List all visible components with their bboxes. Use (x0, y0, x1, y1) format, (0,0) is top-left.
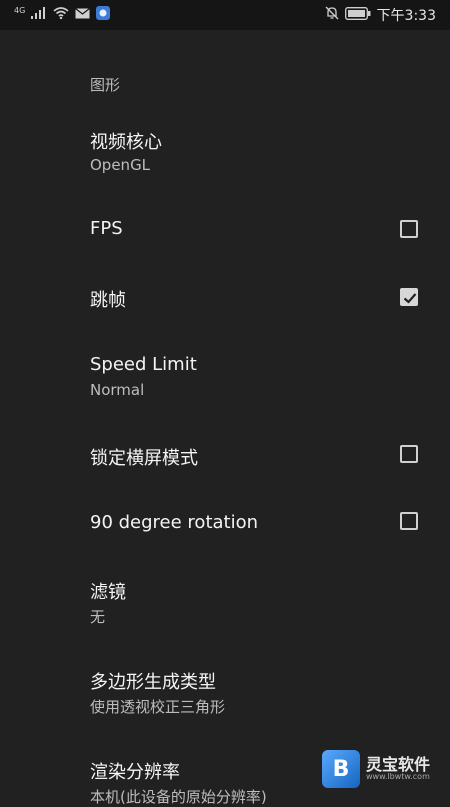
fps-title: FPS (90, 218, 123, 239)
rotation-checkbox[interactable] (400, 512, 418, 530)
network-type-label: 4G (14, 5, 26, 15)
status-bar: 4G 下午3:33 (0, 0, 450, 30)
polygon-type-title: 多边形生成类型 (90, 672, 216, 693)
polygon-type-value: 使用透视校正三角形 (90, 698, 226, 716)
fps-checkbox[interactable] (400, 220, 418, 238)
setting-frame-skip[interactable]: 跳帧 (0, 264, 450, 330)
checkmark-icon (403, 293, 417, 304)
watermark-text: 灵宝软件 www.lbwtw.com (366, 756, 430, 782)
render-resolution-value: 本机(此设备的原始分辨率) (90, 788, 267, 806)
setting-speed-limit[interactable]: Speed Limit Normal (0, 340, 450, 408)
watermark-logo-icon: B (322, 750, 360, 788)
battery-icon (344, 6, 371, 24)
speed-limit-value: Normal (90, 381, 145, 399)
clock: 下午3:33 (376, 8, 436, 24)
speed-limit-title: Speed Limit (90, 354, 197, 375)
watermark: B 灵宝软件 www.lbwtw.com (322, 748, 440, 790)
setting-rotation[interactable]: 90 degree rotation (0, 490, 450, 556)
section-title-graphics: 图形 (90, 76, 121, 94)
setting-lock-landscape[interactable]: 锁定横屏模式 (0, 422, 450, 488)
signal-icon (31, 7, 47, 23)
setting-fps[interactable]: FPS (0, 196, 450, 262)
mute-bell-icon (325, 6, 339, 24)
setting-video-core[interactable]: 视频核心 OpenGL (0, 112, 450, 180)
setting-filter[interactable]: 滤镜 无 (0, 566, 450, 634)
setting-polygon-type[interactable]: 多边形生成类型 使用透视校正三角形 (0, 656, 450, 724)
frame-skip-title: 跳帧 (90, 290, 126, 311)
status-right: 下午3:33 (325, 5, 436, 25)
lock-landscape-title: 锁定横屏模式 (90, 448, 198, 469)
filter-value: 无 (90, 608, 106, 626)
status-left: 4G (14, 5, 111, 24)
rotation-title: 90 degree rotation (90, 512, 259, 533)
mail-icon (75, 7, 91, 23)
video-core-value: OpenGL (90, 156, 151, 174)
render-resolution-title: 渲染分辨率 (90, 762, 180, 783)
filter-title: 滤镜 (90, 582, 126, 603)
wifi-icon (53, 7, 69, 23)
lock-landscape-checkbox[interactable] (400, 445, 418, 463)
frame-skip-checkbox[interactable] (400, 288, 418, 306)
video-core-title: 视频核心 (90, 132, 162, 153)
app-notification-icon (96, 6, 111, 24)
watermark-url: www.lbwtw.com (366, 772, 430, 782)
watermark-name: 灵宝软件 (366, 754, 431, 774)
